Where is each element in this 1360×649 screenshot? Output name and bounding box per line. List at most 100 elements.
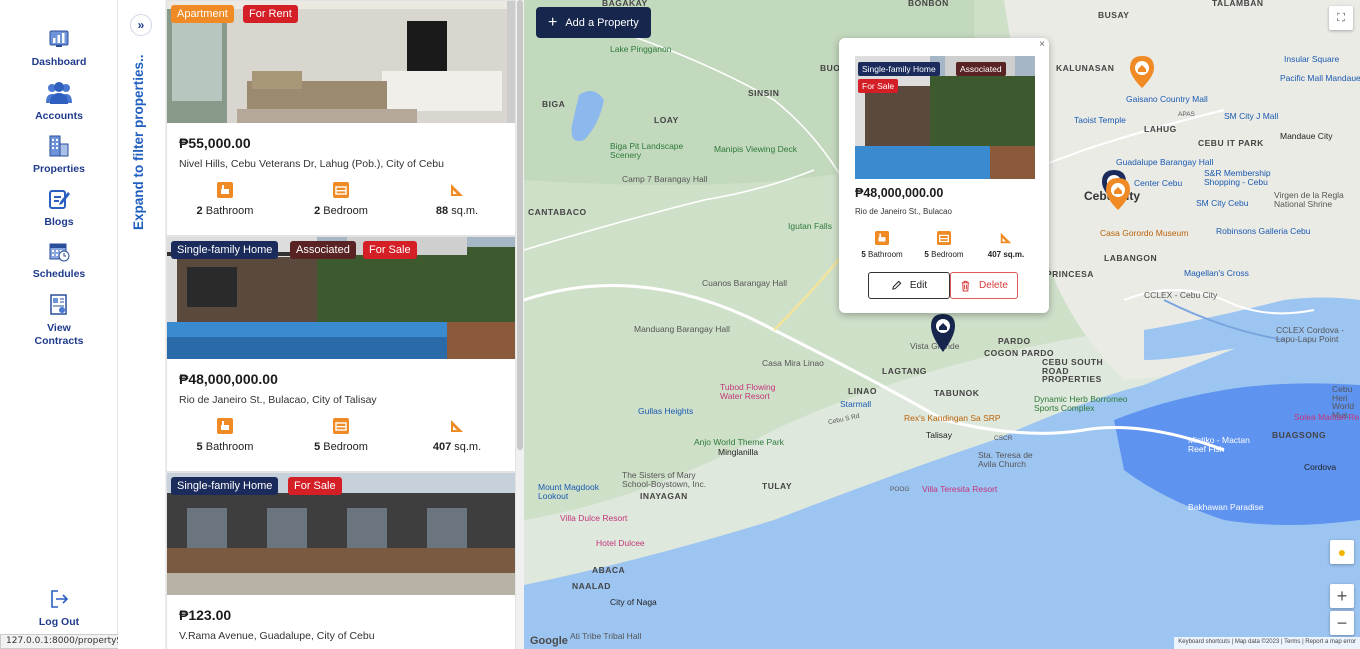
properties-icon [44, 133, 74, 159]
property-type-badge: Apartment [171, 5, 234, 23]
map-place-label: The Sisters of Mary School-Boystown, Inc… [622, 470, 707, 489]
delete-label: Delete [979, 280, 1008, 291]
popup-bedroom-label: Bedroom [931, 250, 964, 259]
delete-property-button[interactable]: Delete [950, 272, 1018, 299]
map-place-label: Bakhawan Paradise [1188, 502, 1264, 512]
property-photo: Single-family Home Associated For Sale [167, 237, 515, 359]
logout-icon [44, 586, 74, 612]
property-address: Nivel Hills, Cebu Veterans Dr, Lahug (Po… [179, 158, 444, 170]
bathroom-label: Bathroom [205, 441, 254, 453]
bedroom-feature: 5 Bedroom [283, 418, 399, 453]
nav-view-contracts[interactable]: View Contracts [0, 292, 118, 347]
plus-icon: + [1336, 585, 1348, 606]
map-place-label: BUSAY [1098, 10, 1130, 20]
accounts-icon [44, 80, 74, 106]
bathroom-icon [875, 231, 889, 245]
property-card[interactable]: Single-family Home For Sale ₱123.00 V.Ra… [166, 472, 516, 649]
property-type-badge: Single-family Home [171, 241, 279, 259]
property-marker-icon[interactable] [1130, 56, 1154, 88]
selected-property-marker-icon[interactable] [931, 314, 955, 352]
map-place-label: Center Cebu [1134, 178, 1183, 188]
map-place-label: Biga Pit Landscape Scenery [610, 141, 684, 160]
map-place-label: CCLEX - Cebu City [1144, 290, 1218, 300]
bedroom-icon [333, 418, 349, 434]
map-place-label: Minglanilla [718, 447, 759, 457]
map-place-label: Insular Square [1284, 54, 1340, 64]
property-card[interactable]: Single-family Home Associated For Sale ₱… [166, 236, 516, 472]
bathroom-count: 5 [196, 441, 203, 453]
map-place-label: Sta. Teresa de Avila Church [978, 450, 1033, 469]
property-card[interactable]: Apartment For Rent ₱55,000.00 Nivel Hill… [166, 0, 516, 236]
map-place-label: LABANGON [1104, 253, 1158, 263]
popup-listing-status-badge: For Sale [858, 79, 899, 93]
bathroom-icon [217, 418, 233, 434]
close-popup-button[interactable]: × [1039, 39, 1045, 50]
dashboard-icon [44, 26, 74, 52]
map-place-label: TULAY [762, 481, 793, 491]
map-place-label: ABACA [592, 565, 626, 575]
nav-properties[interactable]: Properties [0, 133, 118, 176]
nav-accounts-label: Accounts [35, 110, 83, 122]
listing-scrollbar-thumb[interactable] [517, 0, 523, 450]
nav-dashboard[interactable]: Dashboard [0, 26, 118, 69]
popup-associated-badge: Associated [956, 62, 1006, 76]
expand-filter-label[interactable]: Expand to filter properties.. [131, 54, 146, 230]
pencil-icon [892, 280, 902, 290]
map-place-label: CANTABACO [528, 207, 587, 217]
zoom-in-button[interactable]: + [1330, 584, 1354, 608]
bathroom-count: 2 [196, 205, 203, 217]
property-address: Rio de Janeiro St., Bulacao, City of Tal… [179, 394, 377, 406]
map-place-label: Lake Pingganon [610, 44, 672, 54]
property-marker-icon[interactable] [1106, 178, 1130, 210]
filter-expand-strip[interactable]: » Expand to filter properties.. [118, 0, 166, 649]
map-place-label: Cordova [1304, 462, 1337, 472]
area-feature: 407 sq.m. [399, 418, 515, 453]
bedroom-count: 5 [314, 441, 321, 453]
popup-bathroom-count: 5 [861, 250, 866, 259]
popup-property-type-badge: Single-family Home [858, 62, 940, 76]
property-photo: Single-family Home For Sale [167, 473, 515, 595]
nav-blogs[interactable]: Blogs [0, 186, 118, 229]
map-place-label: City of Naga [610, 597, 657, 607]
trash-icon [961, 280, 970, 292]
logout-label: Log Out [38, 616, 80, 628]
bedroom-label: Bedroom [323, 205, 368, 217]
map-place-label: Starmall [840, 399, 872, 409]
nav-accounts[interactable]: Accounts [0, 80, 118, 123]
popup-property-price: ₱48,000,000.00 [855, 186, 944, 200]
listing-status-badge: For Rent [243, 5, 298, 23]
bedroom-label: Bedroom [323, 441, 368, 453]
area-icon [451, 184, 463, 196]
nav-schedules[interactable]: Schedules [0, 238, 118, 281]
listing-status-badge: For Sale [288, 477, 342, 495]
map-place-label: Mount Magdook Lookout [538, 482, 599, 501]
map-place-label: PRINCESA [1046, 269, 1094, 279]
map-place-label: CEBU IT PARK [1198, 138, 1264, 148]
bathroom-label: Bathroom [205, 205, 254, 217]
map-attribution[interactable]: Keyboard shortcuts | Map data ©2023 | Te… [1174, 637, 1360, 649]
map-place-label: Pacific Mall Mandaue [1280, 73, 1360, 83]
edit-property-button[interactable]: Edit [868, 272, 950, 299]
map-place-label: TALAMBAN [1212, 0, 1264, 8]
area-unit: sq.m. [451, 205, 479, 217]
map-place-label: INAYAGAN [640, 491, 688, 501]
map-place-label: Virgen de la Regla National Shrine [1274, 190, 1344, 209]
map-road-label: CSCR [994, 435, 1013, 442]
map-place-label: Villa Teresita Resort [922, 484, 998, 494]
map-place-label: Dynamic Herb Borromeo Sports Complex [1034, 394, 1128, 413]
map-place-label: KALUNASAN [1056, 63, 1115, 73]
zoom-out-button[interactable]: − [1330, 611, 1354, 635]
property-photo: Apartment For Rent [167, 1, 515, 123]
expand-filter-button[interactable]: » [130, 14, 152, 36]
map-place-label: Mandaue City [1280, 131, 1333, 141]
minus-icon: − [1336, 612, 1348, 633]
double-chevron-right-icon: » [137, 18, 145, 32]
add-property-button[interactable]: + Add a Property [536, 7, 651, 38]
fullscreen-button[interactable]: ⛶ [1329, 6, 1353, 30]
popup-bedroom-count: 5 [924, 250, 929, 259]
bathroom-feature: 5 Bathroom [167, 418, 283, 453]
add-property-label: Add a Property [565, 16, 639, 29]
popup-bathroom-feature: 5 Bathroom [852, 231, 912, 259]
pegman-button[interactable]: ● [1330, 540, 1354, 564]
logout-button[interactable]: Log Out [0, 586, 118, 629]
